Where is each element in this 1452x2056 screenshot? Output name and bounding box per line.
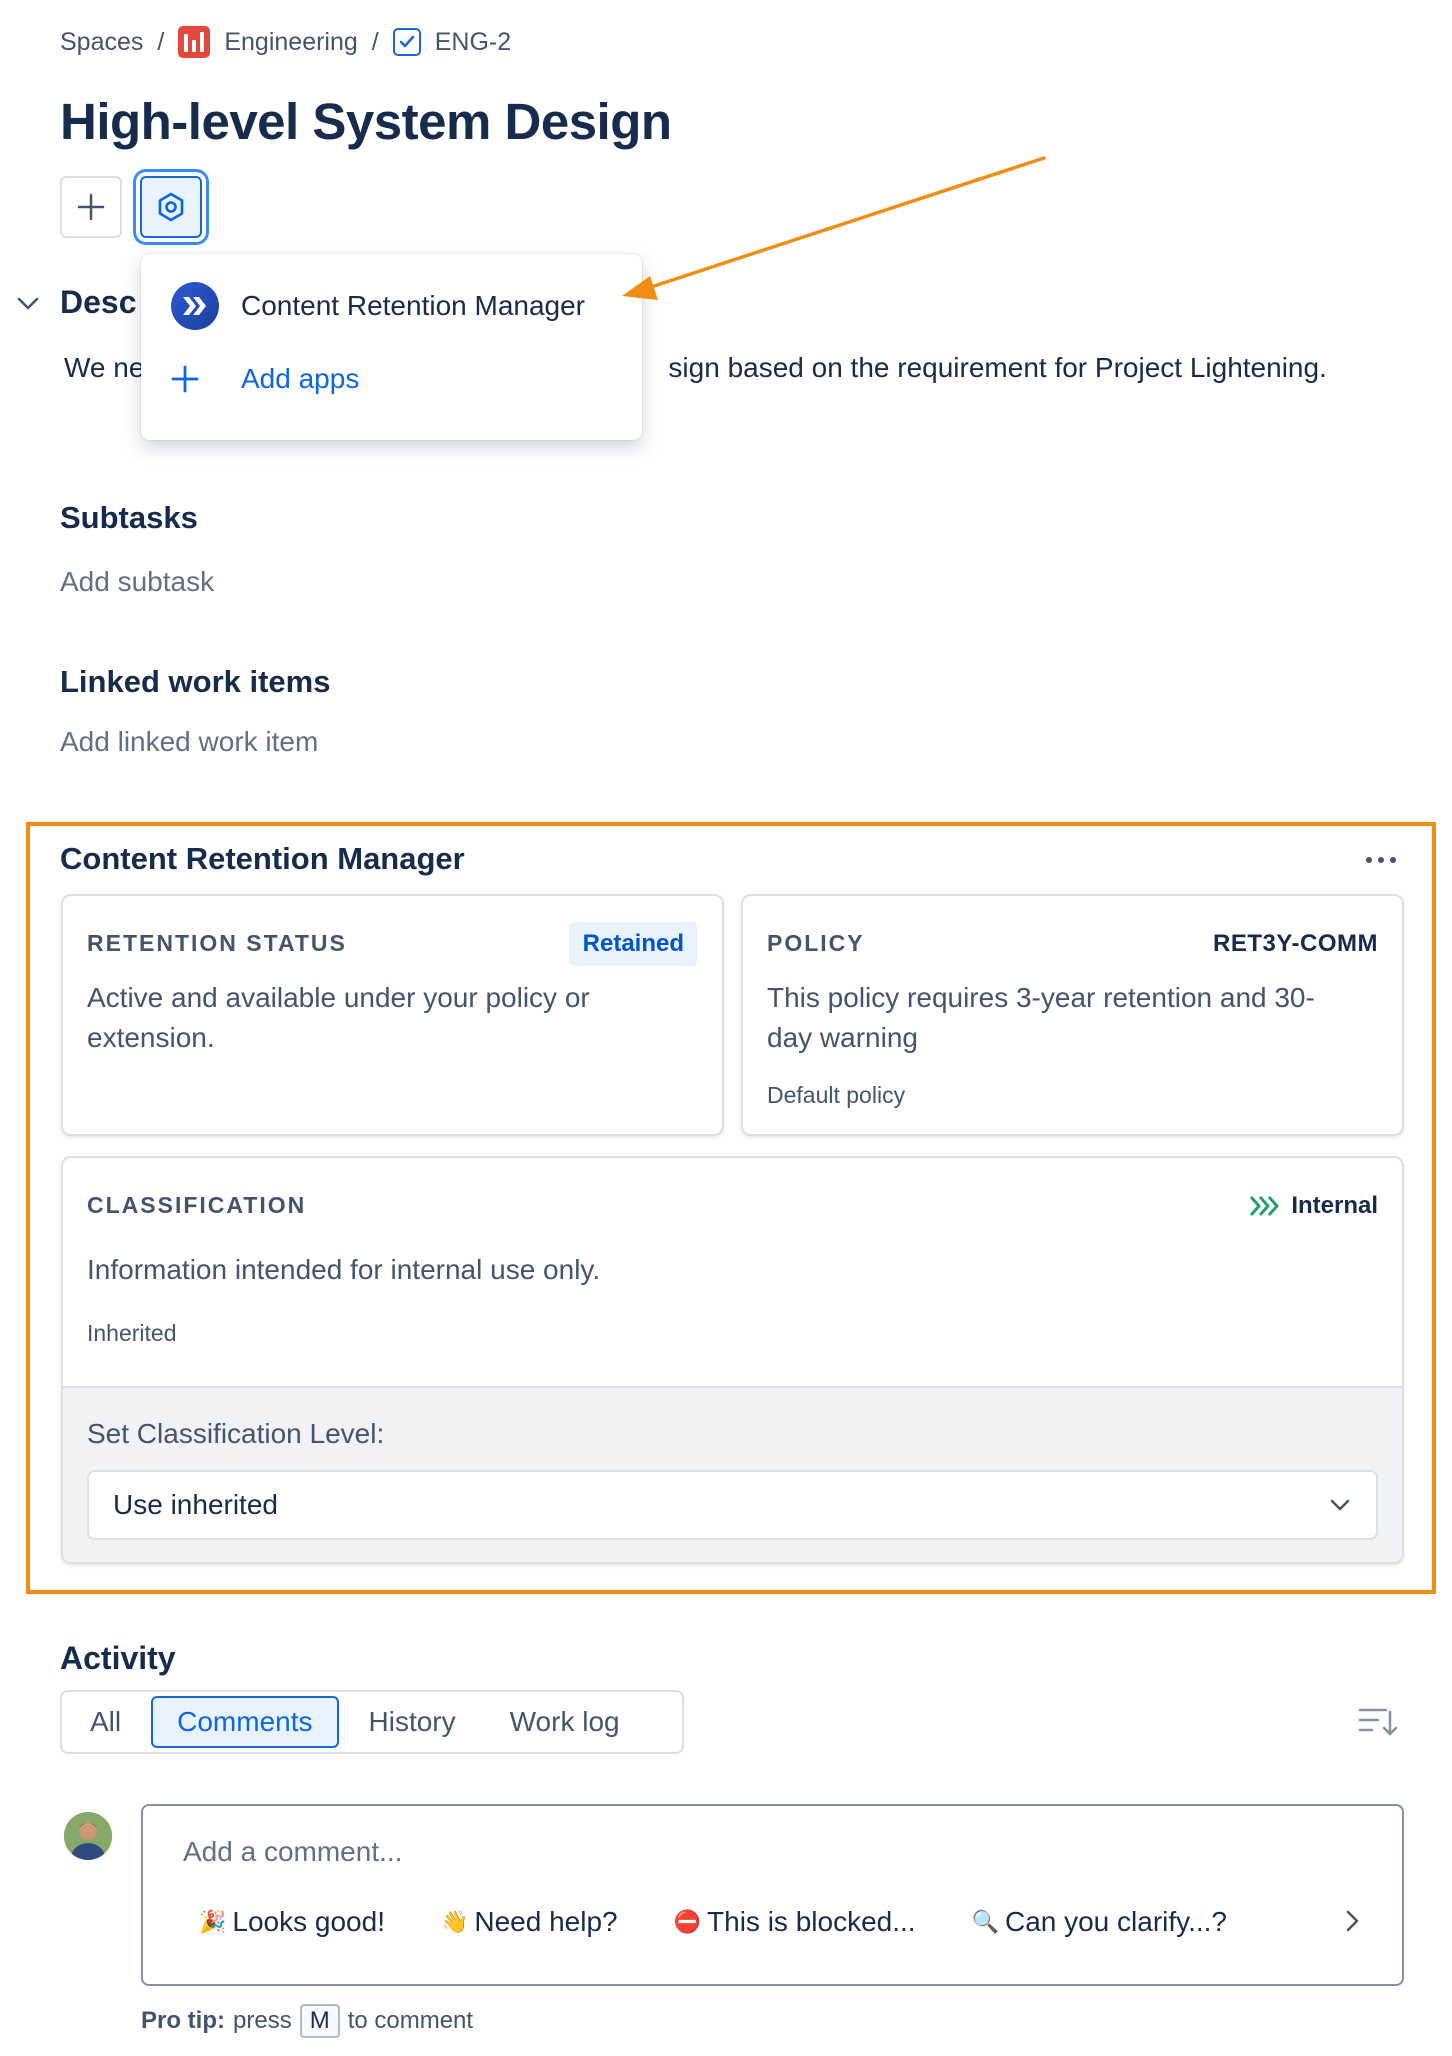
hexagon-apps-icon xyxy=(158,192,184,222)
breadcrumb-separator: / xyxy=(157,27,165,56)
tab-comments[interactable]: Comments xyxy=(151,1696,339,1748)
retained-badge: Retained xyxy=(568,922,698,966)
pro-tip-suffix: to comment xyxy=(347,2007,474,2034)
keyboard-shortcut-m: M xyxy=(299,2004,340,2038)
linked-work-items-heading: Linked work items xyxy=(60,664,331,699)
pro-tip-prefix: Pro tip: xyxy=(141,2007,225,2034)
breadcrumb: Spaces / Engineering / ENG-2 xyxy=(60,26,511,58)
breadcrumb-spaces[interactable]: Spaces xyxy=(60,28,143,57)
activity-heading: Activity xyxy=(60,1640,176,1676)
tab-all[interactable]: All xyxy=(66,1696,145,1748)
menu-item-label: Add apps xyxy=(241,363,360,394)
add-linked-work-item-link[interactable]: Add linked work item xyxy=(60,726,318,758)
retention-status-label: RETENTION STATUS xyxy=(87,930,347,956)
content-retention-logo-icon xyxy=(171,282,219,330)
retention-status-description: Active and available under your policy o… xyxy=(87,982,590,1053)
triple-chevron-right-icon xyxy=(1250,1196,1279,1216)
add-button[interactable] xyxy=(60,176,122,238)
description-text-end: sign based on the requirement for Projec… xyxy=(668,352,1327,383)
quick-reply-need-help[interactable]: 👋 Need help? xyxy=(441,1906,618,1938)
chevron-right-icon[interactable] xyxy=(1344,1906,1362,1936)
more-actions-button[interactable] xyxy=(1356,842,1406,878)
task-checkbox-icon xyxy=(392,28,421,56)
menu-item-content-retention-manager[interactable]: Content Retention Manager xyxy=(171,282,585,330)
classification-description: Information intended for internal use on… xyxy=(87,1254,601,1285)
engineering-project-icon xyxy=(178,26,211,58)
policy-label: POLICY xyxy=(767,930,865,956)
breadcrumb-issue-key: ENG-2 xyxy=(434,27,512,56)
sort-order-icon[interactable] xyxy=(1356,1702,1400,1742)
page-title[interactable]: High-level System Design xyxy=(60,92,672,151)
chevron-down-icon xyxy=(1330,1499,1350,1511)
classification-footer: Set Classification Level: Use inherited xyxy=(63,1386,1402,1562)
policy-code: RET3Y-COMM xyxy=(1212,930,1378,957)
classification-level-text: Internal xyxy=(1291,1192,1378,1219)
policy-meta: Default policy xyxy=(767,1082,906,1108)
subtasks-heading: Subtasks xyxy=(60,500,198,535)
policy-description: This policy requires 3-year retention an… xyxy=(767,982,1315,1053)
select-value: Use inherited xyxy=(113,1489,278,1520)
pro-tip-press: press xyxy=(233,2007,292,2034)
menu-item-add-apps[interactable]: Add apps xyxy=(171,362,359,396)
breadcrumb-engineering-label: Engineering xyxy=(224,27,358,56)
quick-replies: 🎉 Looks good! 👋 Need help? ⛔ This is blocke… xyxy=(199,1906,1246,1938)
description-text-start: We ne xyxy=(64,352,145,383)
classification-level: Internal xyxy=(1249,1192,1378,1220)
plus-icon xyxy=(171,365,199,393)
comment-input[interactable]: Add a comment... 🎉 Looks good! 👋 Need help… xyxy=(141,1804,1404,1986)
classification-card: CLASSIFICATION Internal Information inte… xyxy=(61,1156,1404,1564)
tab-history[interactable]: History xyxy=(345,1696,480,1748)
menu-item-label: Content Retention Manager xyxy=(241,290,585,321)
set-classification-label: Set Classification Level: xyxy=(87,1418,385,1449)
quick-reply-blocked[interactable]: ⛔ This is blocked... xyxy=(674,1906,916,1938)
quick-reply-looks-good[interactable]: 🎉 Looks good! xyxy=(199,1906,385,1938)
classification-label: CLASSIFICATION xyxy=(87,1192,307,1218)
crm-panel-title: Content Retention Manager xyxy=(60,841,465,876)
plus-icon xyxy=(77,193,105,221)
classification-meta: Inherited xyxy=(87,1320,177,1346)
policy-card: POLICY RET3Y-COMM This policy requires 3… xyxy=(741,894,1404,1136)
comment-placeholder: Add a comment... xyxy=(183,1836,403,1867)
tab-work-log[interactable]: Work log xyxy=(486,1696,644,1748)
apps-dropdown-menu: Content Retention Manager Add apps xyxy=(141,254,642,440)
breadcrumb-issue[interactable]: ENG-2 xyxy=(392,27,512,57)
collapse-chevron-icon[interactable] xyxy=(16,296,40,312)
activity-tabs: All Comments History Work log xyxy=(60,1690,684,1754)
retention-status-card: RETENTION STATUS Retained Active and ava… xyxy=(61,894,724,1136)
avatar xyxy=(64,1812,112,1860)
description-heading: Desc xyxy=(60,284,137,320)
quick-reply-clarify[interactable]: 🔍 Can you clarify...? xyxy=(972,1906,1246,1938)
pro-tip: Pro tip: press M to comment xyxy=(141,2004,473,2038)
breadcrumb-separator: / xyxy=(371,27,379,56)
classification-level-select[interactable]: Use inherited xyxy=(87,1470,1378,1540)
apps-button[interactable] xyxy=(140,176,202,238)
add-subtask-link[interactable]: Add subtask xyxy=(60,566,214,598)
breadcrumb-engineering[interactable]: Engineering xyxy=(178,26,358,58)
